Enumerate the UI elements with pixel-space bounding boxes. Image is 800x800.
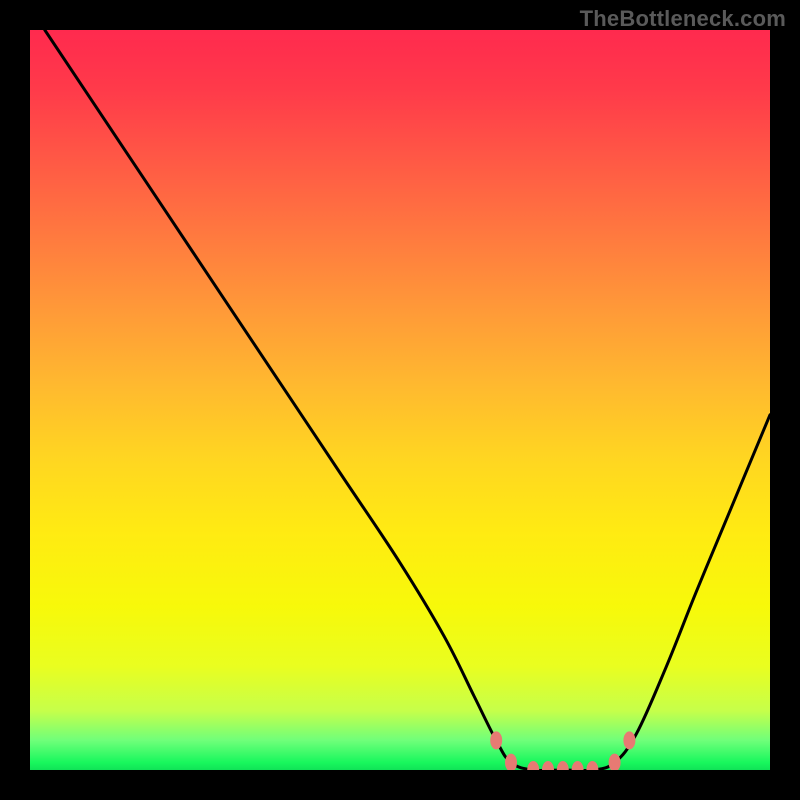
- marker-dot: [542, 761, 554, 770]
- marker-dot: [586, 761, 598, 770]
- marker-dot: [572, 761, 584, 770]
- marker-dot: [609, 754, 621, 770]
- bottleneck-curve: [45, 30, 770, 770]
- marker-dot: [623, 731, 635, 749]
- chart-overlay-svg: [30, 30, 770, 770]
- marker-dot: [490, 731, 502, 749]
- chart-container: TheBottleneck.com: [0, 0, 800, 800]
- marker-dot: [557, 761, 569, 770]
- marker-group: [490, 731, 635, 770]
- watermark-text: TheBottleneck.com: [580, 6, 786, 32]
- plot-area: [30, 30, 770, 770]
- marker-dot: [527, 761, 539, 770]
